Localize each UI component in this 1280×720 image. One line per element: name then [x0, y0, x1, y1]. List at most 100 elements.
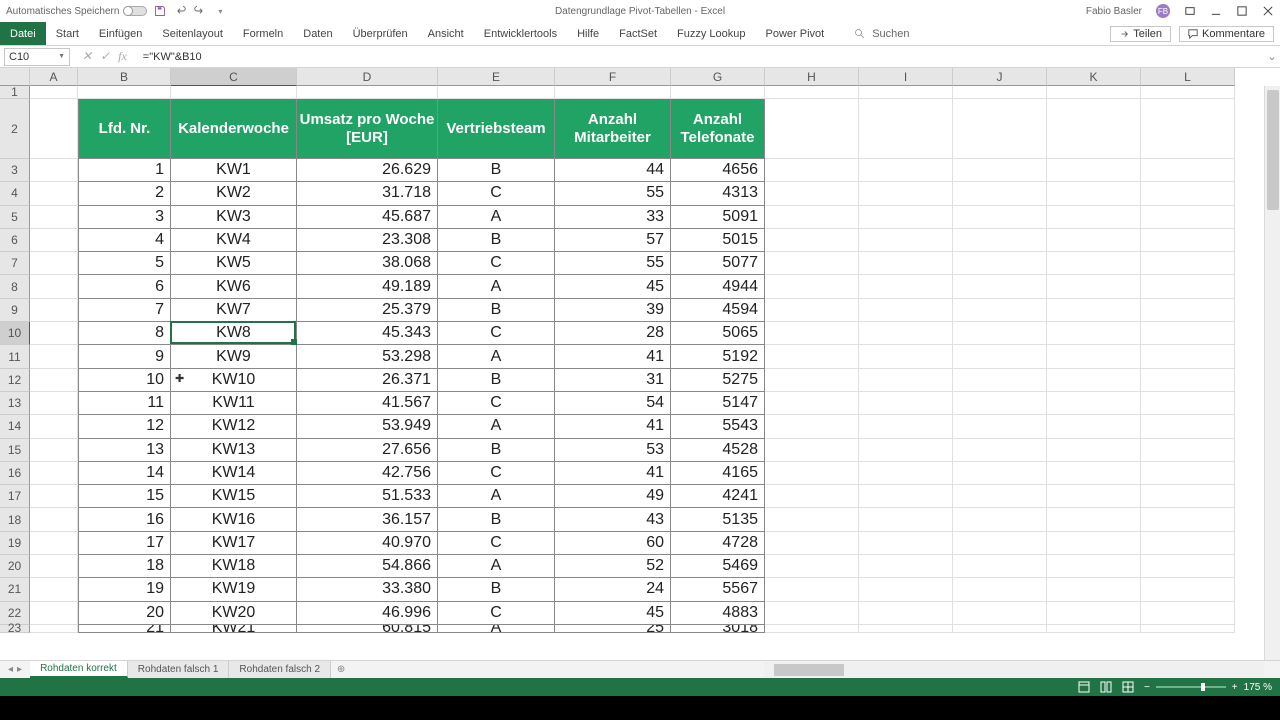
- cell[interactable]: KW13: [171, 439, 297, 462]
- cell[interactable]: C: [438, 462, 555, 485]
- cell[interactable]: C: [438, 602, 555, 625]
- close-icon[interactable]: [1262, 6, 1274, 16]
- row-header-6[interactable]: 6: [0, 229, 30, 252]
- cell[interactable]: A: [438, 345, 555, 368]
- row-header-3[interactable]: 3: [0, 159, 30, 182]
- cell[interactable]: KW4: [171, 229, 297, 252]
- cell[interactable]: 41: [555, 345, 671, 368]
- view-page-break-icon[interactable]: [1122, 681, 1134, 693]
- row-header-14[interactable]: 14: [0, 415, 30, 438]
- cell[interactable]: KW11: [171, 392, 297, 415]
- cell[interactable]: 53.298: [297, 345, 438, 368]
- cell[interactable]: KW19: [171, 578, 297, 601]
- cell[interactable]: 19: [78, 578, 171, 601]
- user-avatar[interactable]: FB: [1156, 4, 1170, 18]
- cell[interactable]: 5091: [671, 206, 765, 229]
- cell[interactable]: 60.815: [297, 625, 438, 633]
- cell[interactable]: 25: [555, 625, 671, 633]
- cell[interactable]: 39: [555, 299, 671, 322]
- ribbon-display-icon[interactable]: [1184, 6, 1196, 16]
- col-header-B[interactable]: B: [78, 68, 171, 86]
- cell[interactable]: 45: [555, 275, 671, 298]
- cell[interactable]: KW9: [171, 345, 297, 368]
- minimize-icon[interactable]: [1210, 6, 1222, 16]
- cell[interactable]: B: [438, 299, 555, 322]
- row-header-18[interactable]: 18: [0, 508, 30, 531]
- cell[interactable]: C: [438, 322, 555, 345]
- cell[interactable]: A: [438, 555, 555, 578]
- view-normal-icon[interactable]: [1078, 681, 1090, 693]
- row-header-7[interactable]: 7: [0, 252, 30, 275]
- search-box[interactable]: Suchen: [854, 22, 909, 45]
- row-header-20[interactable]: 20: [0, 555, 30, 578]
- table-header[interactable]: Anzahl Mitarbeiter: [555, 99, 671, 159]
- cell[interactable]: 4594: [671, 299, 765, 322]
- row-header-9[interactable]: 9: [0, 299, 30, 322]
- col-header-J[interactable]: J: [953, 68, 1047, 86]
- sheet-tab-active[interactable]: Rohdaten korrekt: [30, 661, 128, 678]
- cell[interactable]: C: [438, 392, 555, 415]
- cell[interactable]: 52: [555, 555, 671, 578]
- comments-button[interactable]: Kommentare: [1179, 26, 1274, 42]
- cell[interactable]: 4: [78, 229, 171, 252]
- tab-scroll-left-icon[interactable]: ◂: [8, 664, 13, 675]
- name-box[interactable]: C10 ▼: [4, 48, 70, 66]
- cell[interactable]: 5147: [671, 392, 765, 415]
- cell[interactable]: KW1: [171, 159, 297, 182]
- cell[interactable]: 5543: [671, 415, 765, 438]
- redo-icon[interactable]: [193, 4, 207, 18]
- cell[interactable]: KW18: [171, 555, 297, 578]
- cell[interactable]: 60: [555, 532, 671, 555]
- cell[interactable]: 36.157: [297, 508, 438, 531]
- cell[interactable]: KW16: [171, 508, 297, 531]
- cell[interactable]: 4728: [671, 532, 765, 555]
- zoom-in-icon[interactable]: +: [1232, 682, 1238, 693]
- row-header-19[interactable]: 19: [0, 532, 30, 555]
- cell[interactable]: C: [438, 182, 555, 205]
- row-header-23[interactable]: 23: [0, 625, 30, 633]
- cell[interactable]: KW21: [171, 625, 297, 633]
- cell[interactable]: 55: [555, 182, 671, 205]
- col-header-D[interactable]: D: [297, 68, 438, 86]
- row-header-8[interactable]: 8: [0, 275, 30, 298]
- cell[interactable]: 1: [78, 159, 171, 182]
- table-header[interactable]: Umsatz pro Woche [EUR]: [297, 99, 438, 159]
- cell[interactable]: KW14: [171, 462, 297, 485]
- row-header-1[interactable]: 1: [0, 86, 30, 99]
- cell[interactable]: KW12: [171, 415, 297, 438]
- cell[interactable]: 20: [78, 602, 171, 625]
- cell[interactable]: 4528: [671, 439, 765, 462]
- cell[interactable]: 43: [555, 508, 671, 531]
- col-header-A[interactable]: A: [30, 68, 78, 86]
- cell[interactable]: 45: [555, 602, 671, 625]
- cell[interactable]: B: [438, 578, 555, 601]
- cell[interactable]: 5469: [671, 555, 765, 578]
- user-name[interactable]: Fabio Basler: [1086, 6, 1142, 17]
- cell[interactable]: 15: [78, 485, 171, 508]
- sheet-tab[interactable]: Rohdaten falsch 1: [128, 661, 230, 678]
- tab-hilfe[interactable]: Hilfe: [567, 22, 609, 45]
- horizontal-scroll-thumb[interactable]: [774, 664, 844, 676]
- tab-factset[interactable]: FactSet: [609, 22, 667, 45]
- row-header-12[interactable]: 12: [0, 369, 30, 392]
- row-header-21[interactable]: 21: [0, 578, 30, 601]
- cell[interactable]: KW3: [171, 206, 297, 229]
- cell[interactable]: B: [438, 229, 555, 252]
- tab-file[interactable]: Datei: [0, 22, 46, 45]
- cell[interactable]: 55: [555, 252, 671, 275]
- cell[interactable]: 9: [78, 345, 171, 368]
- share-button[interactable]: Teilen: [1110, 26, 1171, 42]
- table-header[interactable]: Kalenderwoche: [171, 99, 297, 159]
- cell[interactable]: A: [438, 415, 555, 438]
- cell[interactable]: 49: [555, 485, 671, 508]
- enter-formula-icon[interactable]: ✓: [100, 49, 110, 64]
- row-header-4[interactable]: 4: [0, 182, 30, 205]
- zoom-slider[interactable]: [1156, 686, 1226, 688]
- cell[interactable]: KW10: [171, 369, 297, 392]
- qat-customize-icon[interactable]: ▾: [213, 4, 227, 18]
- tab-power-pivot[interactable]: Power Pivot: [756, 22, 835, 45]
- formula-input[interactable]: ="KW"&B10: [139, 51, 1264, 63]
- save-icon[interactable]: [153, 4, 167, 18]
- tab-ansicht[interactable]: Ansicht: [418, 22, 474, 45]
- tab-seitenlayout[interactable]: Seitenlayout: [152, 22, 233, 45]
